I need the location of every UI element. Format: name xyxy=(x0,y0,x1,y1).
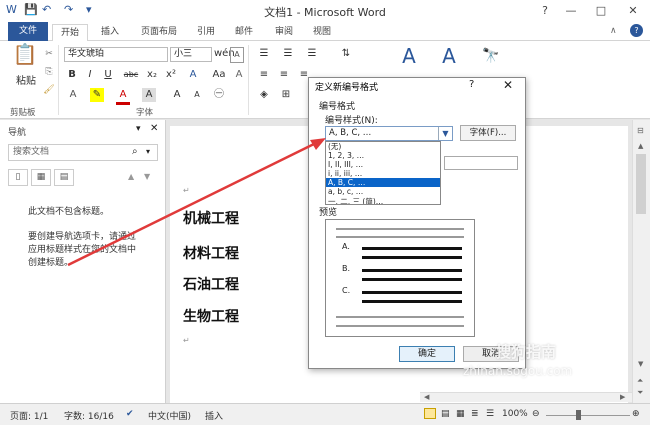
watermark-brand: 搜狗指南 xyxy=(496,343,557,361)
watermark-url: zhinan.sogou.com xyxy=(463,364,573,378)
